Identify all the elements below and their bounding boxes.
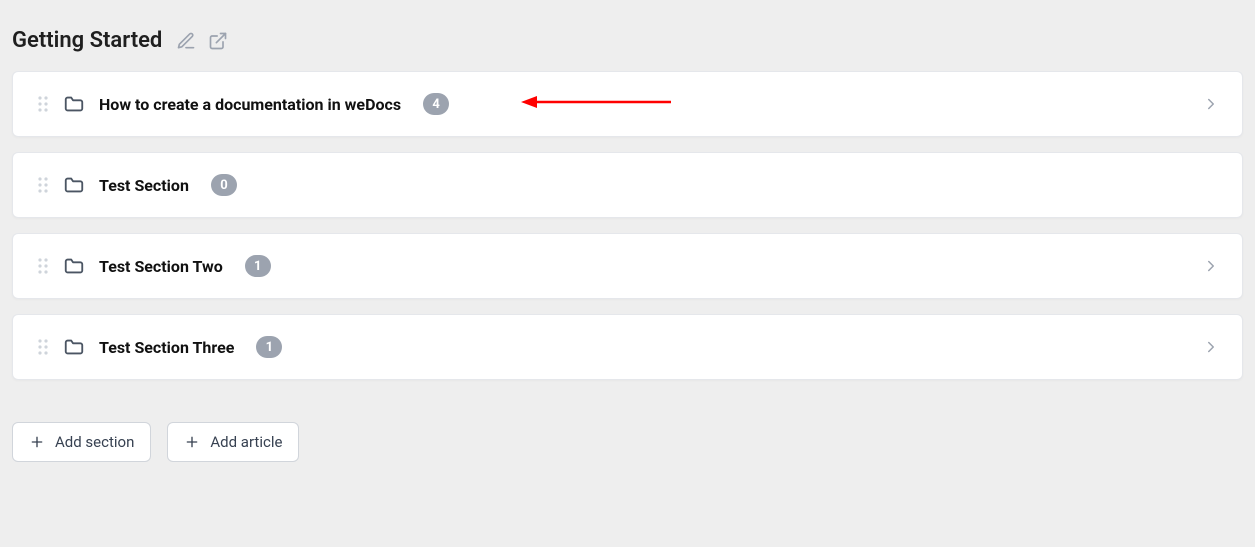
drag-handle-icon[interactable] bbox=[35, 176, 51, 194]
arrow-annotation-icon bbox=[521, 92, 671, 116]
folder-icon bbox=[63, 93, 85, 115]
drag-handle-icon[interactable] bbox=[35, 338, 51, 356]
add-article-button[interactable]: Add article bbox=[167, 422, 299, 462]
section-item[interactable]: Test Section Three 1 bbox=[12, 314, 1243, 380]
count-badge: 4 bbox=[423, 93, 449, 115]
add-section-button[interactable]: Add section bbox=[12, 422, 151, 462]
section-item[interactable]: How to create a documentation in weDocs … bbox=[12, 71, 1243, 137]
folder-icon bbox=[63, 255, 85, 277]
add-section-label: Add section bbox=[55, 433, 134, 451]
drag-handle-icon[interactable] bbox=[35, 95, 51, 113]
actions: Add section Add article bbox=[12, 422, 1243, 462]
chevron-right-icon[interactable] bbox=[1202, 257, 1220, 275]
drag-handle-icon[interactable] bbox=[35, 257, 51, 275]
add-article-label: Add article bbox=[210, 433, 282, 451]
count-badge: 1 bbox=[245, 255, 271, 277]
section-label: Test Section Three bbox=[99, 338, 234, 357]
sections-list: How to create a documentation in weDocs … bbox=[12, 71, 1243, 380]
chevron-right-icon[interactable] bbox=[1202, 338, 1220, 356]
header: Getting Started bbox=[12, 28, 1243, 53]
pencil-icon[interactable] bbox=[176, 31, 196, 51]
section-item[interactable]: Test Section Two 1 bbox=[12, 233, 1243, 299]
count-badge: 1 bbox=[256, 336, 282, 358]
chevron-right-icon[interactable] bbox=[1202, 95, 1220, 113]
section-label: How to create a documentation in weDocs bbox=[99, 95, 401, 114]
plus-icon bbox=[184, 434, 200, 450]
page-title: Getting Started bbox=[12, 28, 162, 53]
header-actions bbox=[176, 31, 228, 51]
section-label: Test Section bbox=[99, 176, 189, 195]
count-badge: 0 bbox=[211, 174, 237, 196]
plus-icon bbox=[29, 434, 45, 450]
section-label: Test Section Two bbox=[99, 257, 223, 276]
folder-icon bbox=[63, 174, 85, 196]
section-item[interactable]: Test Section 0 bbox=[12, 152, 1243, 218]
external-link-icon[interactable] bbox=[208, 31, 228, 51]
folder-icon bbox=[63, 336, 85, 358]
